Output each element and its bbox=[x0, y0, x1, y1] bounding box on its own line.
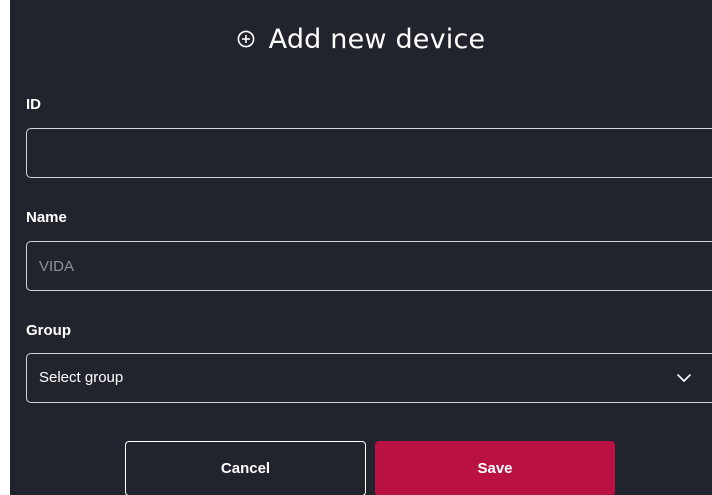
id-input[interactable] bbox=[27, 129, 712, 177]
dialog-header: Add new device bbox=[10, 18, 712, 60]
id-label: ID bbox=[26, 96, 41, 113]
name-input[interactable] bbox=[27, 242, 712, 290]
group-select-value: Select group bbox=[39, 369, 124, 386]
add-circle-icon bbox=[237, 30, 255, 48]
save-button[interactable]: Save bbox=[375, 441, 615, 495]
name-field-container bbox=[26, 241, 712, 291]
name-label: Name bbox=[26, 209, 67, 226]
id-field-container bbox=[26, 128, 712, 178]
cancel-button[interactable]: Cancel bbox=[125, 441, 366, 495]
group-select[interactable]: Select group bbox=[26, 353, 712, 403]
chevron-down-icon[interactable] bbox=[677, 371, 691, 385]
add-device-dialog: Add new device ID Name Group Select grou… bbox=[10, 0, 712, 495]
dialog-title: Add new device bbox=[268, 23, 486, 55]
group-label: Group bbox=[26, 322, 71, 339]
